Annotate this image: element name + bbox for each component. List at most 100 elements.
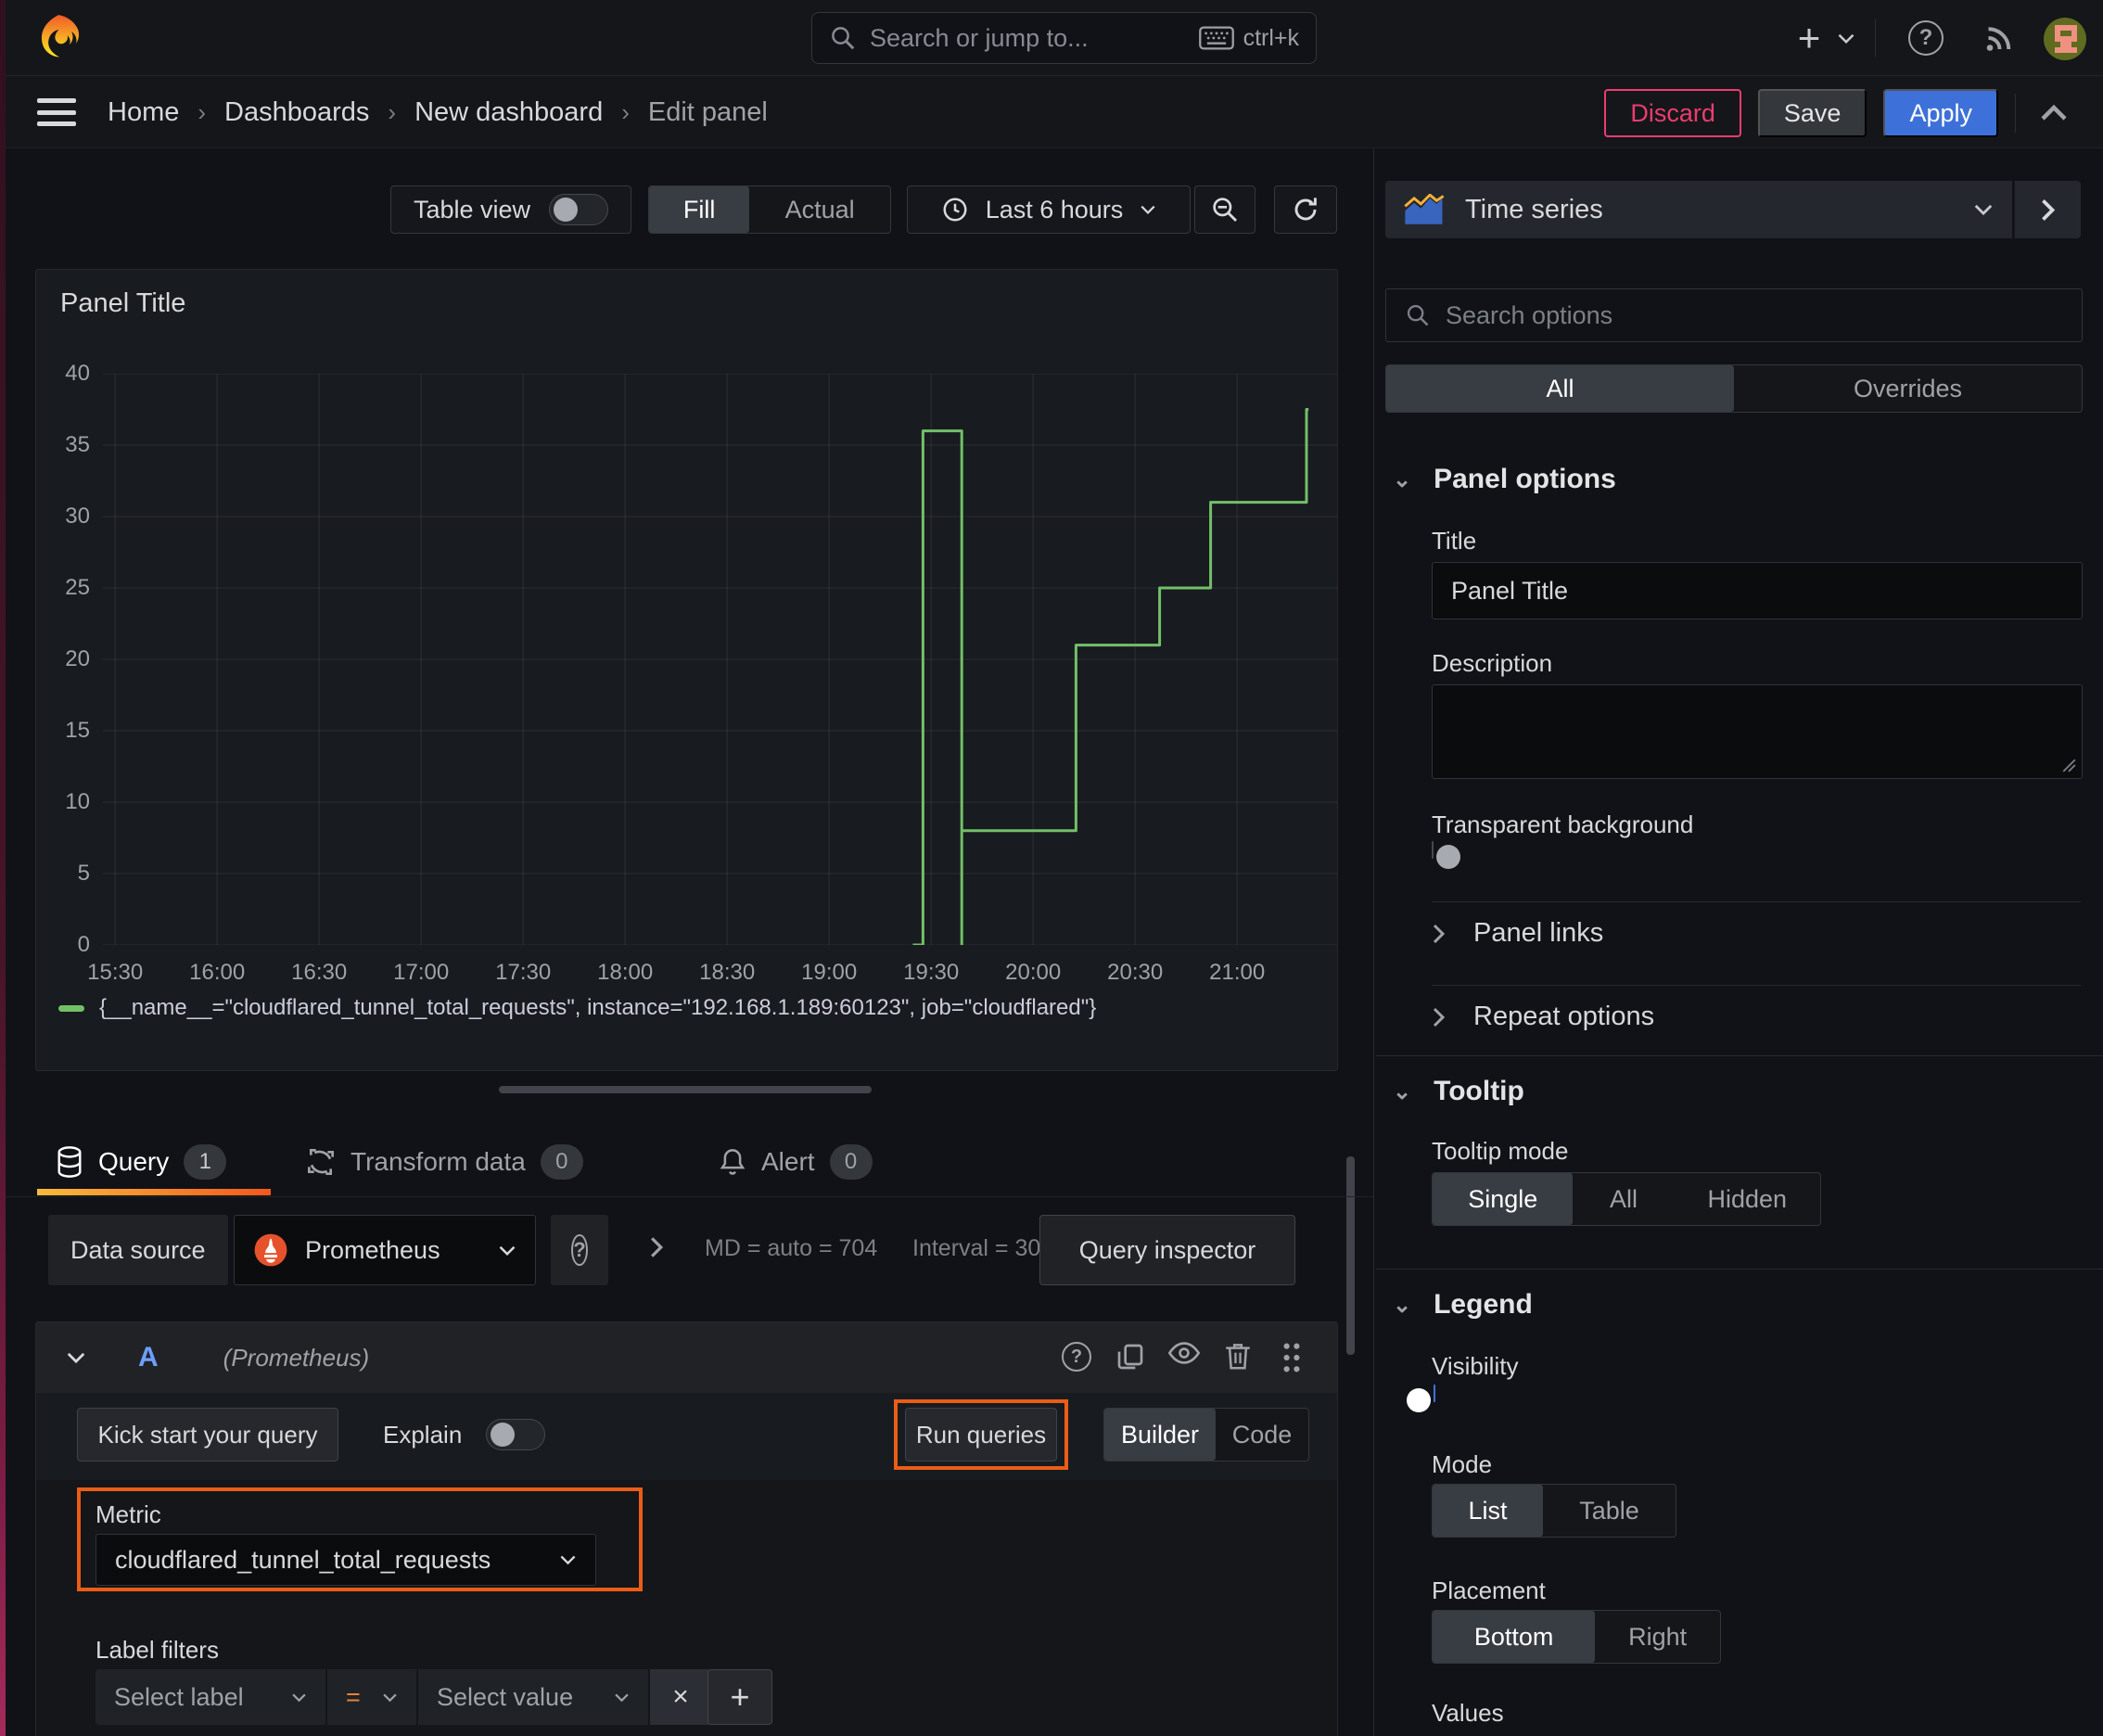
fill-option[interactable]: Fill: [649, 186, 750, 233]
refresh-button[interactable]: [1274, 185, 1337, 234]
panel-links-section[interactable]: Panel links: [1432, 918, 1603, 949]
topbar-divider: [1875, 19, 1876, 57]
x-axis-tick: 21:00: [1209, 960, 1266, 985]
main-sidebar-divider: [1373, 148, 1374, 1736]
tab-overrides[interactable]: Overrides: [1734, 365, 2082, 412]
tab-transform-data[interactable]: Transform data 0: [306, 1127, 583, 1197]
panel-title-input[interactable]: Panel Title: [1432, 562, 2083, 619]
datasource-picker[interactable]: Prometheus: [234, 1215, 536, 1285]
run-queries-button[interactable]: Run queries: [905, 1408, 1057, 1462]
apply-button[interactable]: Apply: [1883, 89, 1998, 137]
legend-header-label: Legend: [1434, 1289, 1533, 1320]
horizontal-scrollbar-thumb[interactable]: [499, 1086, 872, 1093]
query-collapse-chevron-down-icon[interactable]: [66, 1351, 86, 1364]
repeat-options-section[interactable]: Repeat options: [1432, 1002, 1654, 1032]
top-bar: Search or jump to... ctrl+k + ?: [0, 0, 2103, 76]
duplicate-query-icon[interactable]: [1103, 1342, 1157, 1373]
search-options-input[interactable]: Search options: [1385, 288, 2083, 342]
tab-query-count: 1: [184, 1144, 227, 1180]
grafana-logo-icon[interactable]: [33, 13, 83, 63]
y-axis-tick: 35: [65, 432, 90, 457]
actual-option[interactable]: Actual: [749, 186, 890, 233]
transparent-background-toggle[interactable]: [1432, 841, 1460, 869]
tooltip-single-option[interactable]: Single: [1433, 1173, 1574, 1225]
datasource-help-button[interactable]: ?: [551, 1215, 608, 1285]
drag-handle-icon[interactable]: [1265, 1342, 1319, 1373]
clock-icon: [941, 196, 969, 223]
tooltip-mode-label: Tooltip mode: [1432, 1137, 1569, 1165]
global-search-input[interactable]: Search or jump to... ctrl+k: [811, 12, 1317, 64]
legend-chevron-down-icon: ⌄: [1393, 1292, 1412, 1318]
search-icon: [1405, 302, 1431, 328]
query-builder-body: Metric cloudflared_tunnel_total_requests…: [36, 1480, 1337, 1736]
discard-button[interactable]: Discard: [1604, 89, 1741, 137]
time-range-picker[interactable]: Last 6 hours: [907, 185, 1191, 234]
tooltip-hidden-option[interactable]: Hidden: [1675, 1173, 1821, 1225]
zoom-out-button[interactable]: [1194, 185, 1255, 234]
transform-icon: [306, 1147, 336, 1177]
operator-dropdown[interactable]: =: [327, 1669, 416, 1725]
x-axis-tick: 16:30: [291, 960, 348, 985]
sidebar-collapse-button[interactable]: [2014, 181, 2081, 238]
table-view-toggle[interactable]: [549, 194, 609, 225]
legend-mode-table[interactable]: Table: [1543, 1485, 1676, 1537]
news-rss-icon[interactable]: [1973, 0, 2023, 76]
code-option[interactable]: Code: [1216, 1409, 1308, 1461]
breadcrumb-new-dashboard[interactable]: New dashboard: [414, 97, 603, 128]
remove-filter-button[interactable]: ×: [650, 1669, 711, 1725]
add-chevron-down-icon[interactable]: [1830, 0, 1862, 76]
select-label-dropdown[interactable]: Select label: [96, 1669, 325, 1725]
legend-visibility-label: Visibility: [1432, 1352, 1519, 1380]
time-range-label: Last 6 hours: [985, 195, 1124, 223]
visualization-picker[interactable]: Time series: [1385, 181, 2012, 238]
legend-visibility-toggle[interactable]: [1407, 1385, 1435, 1412]
legend-placement-bottom[interactable]: Bottom: [1433, 1611, 1596, 1663]
tooltip-header[interactable]: ⌄ Tooltip: [1393, 1076, 1524, 1107]
y-axis-tick: 10: [65, 789, 90, 814]
query-inspector-button[interactable]: Query inspector: [1039, 1215, 1295, 1285]
metric-value: cloudflared_tunnel_total_requests: [115, 1545, 491, 1574]
save-button[interactable]: Save: [1757, 89, 1867, 137]
options-expand-chevron-icon[interactable]: [649, 1235, 664, 1259]
query-row-header[interactable]: A (Prometheus) ?: [36, 1322, 1337, 1393]
label-filters-label: Label filters: [96, 1636, 219, 1664]
builder-option[interactable]: Builder: [1104, 1409, 1216, 1461]
legend-header[interactable]: ⌄ Legend: [1393, 1289, 1533, 1321]
delete-query-trash-icon[interactable]: [1211, 1342, 1265, 1373]
query-ref-id: A: [138, 1342, 159, 1372]
operator-chevron-down-icon: [382, 1692, 398, 1703]
user-avatar[interactable]: [2044, 18, 2086, 60]
repeat-options-label: Repeat options: [1473, 1002, 1655, 1031]
metric-select[interactable]: cloudflared_tunnel_total_requests: [96, 1534, 596, 1586]
kick-start-query-button[interactable]: Kick start your query: [77, 1408, 338, 1462]
chart-legend[interactable]: {__name__="cloudflared_tunnel_total_requ…: [58, 995, 1096, 1021]
breadcrumb-home[interactable]: Home: [108, 97, 179, 128]
tab-alert[interactable]: Alert 0: [719, 1127, 873, 1197]
breadcrumb-bar: Home › Dashboards › New dashboard › Edit…: [0, 76, 2103, 148]
toggle-visibility-eye-icon[interactable]: [1157, 1342, 1211, 1373]
explain-control: Explain: [383, 1419, 546, 1450]
time-range-chevron-down-icon: [1140, 204, 1156, 215]
description-textarea[interactable]: [1432, 684, 2083, 779]
menu-toggle-icon[interactable]: [37, 98, 76, 126]
tooltip-all-option[interactable]: All: [1573, 1173, 1674, 1225]
add-filter-button[interactable]: +: [707, 1669, 772, 1725]
tab-query[interactable]: Query 1: [56, 1127, 227, 1197]
add-button[interactable]: +: [1788, 0, 1830, 76]
panel-options-header[interactable]: ⌄ Panel options: [1393, 464, 1616, 495]
explain-toggle[interactable]: [486, 1419, 546, 1450]
breadcrumb-dashboards[interactable]: Dashboards: [224, 97, 369, 128]
panel-title-input-value: Panel Title: [1451, 576, 1569, 605]
legend-placement-right[interactable]: Right: [1595, 1611, 1720, 1663]
legend-mode-label: Mode: [1432, 1450, 1493, 1478]
y-axis-tick: 20: [65, 646, 90, 671]
select-value-dropdown[interactable]: Select value: [418, 1669, 648, 1725]
section-divider: [1432, 985, 2081, 986]
tab-all[interactable]: All: [1386, 365, 1734, 412]
legend-mode-list[interactable]: List: [1433, 1485, 1544, 1537]
time-series-chart[interactable]: [103, 373, 1337, 947]
y-axis-tick: 0: [77, 932, 90, 957]
collapse-header-chevron-up-icon[interactable]: [2033, 105, 2075, 121]
help-icon[interactable]: ?: [1901, 0, 1951, 76]
query-help-icon[interactable]: ?: [1050, 1342, 1103, 1373]
